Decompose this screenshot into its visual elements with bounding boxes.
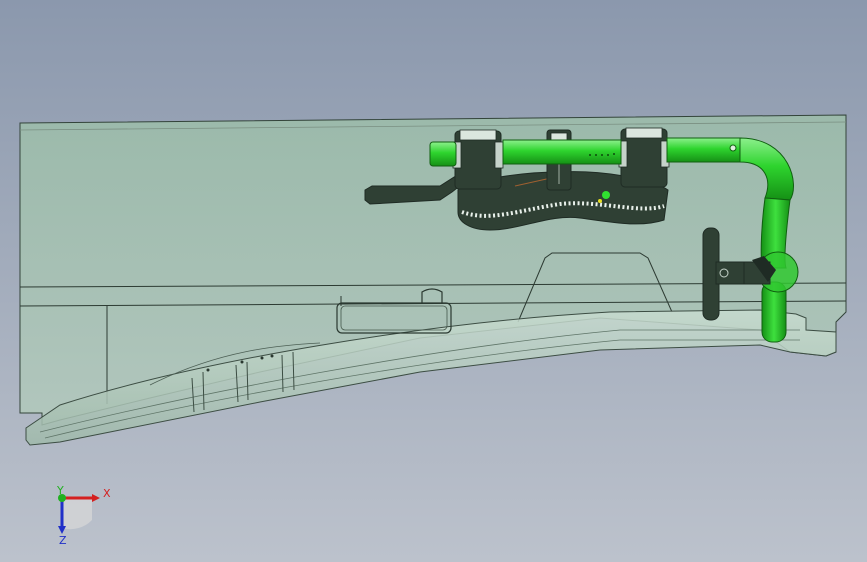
triad-x-label: X (103, 487, 111, 500)
triad-y-label: Y (56, 484, 64, 497)
cad-scene[interactable]: X Y Z (0, 0, 867, 562)
cad-3d-viewport[interactable]: X Y Z (0, 0, 867, 562)
triad-z-label: Z (59, 534, 67, 547)
bearing-block-right[interactable] (618, 127, 670, 188)
triad-z-arrowhead (58, 526, 66, 534)
triad-x-arrowhead (92, 494, 100, 502)
bearing-block-left[interactable] (452, 129, 504, 190)
coordinate-triad: X Y Z (56, 484, 111, 547)
